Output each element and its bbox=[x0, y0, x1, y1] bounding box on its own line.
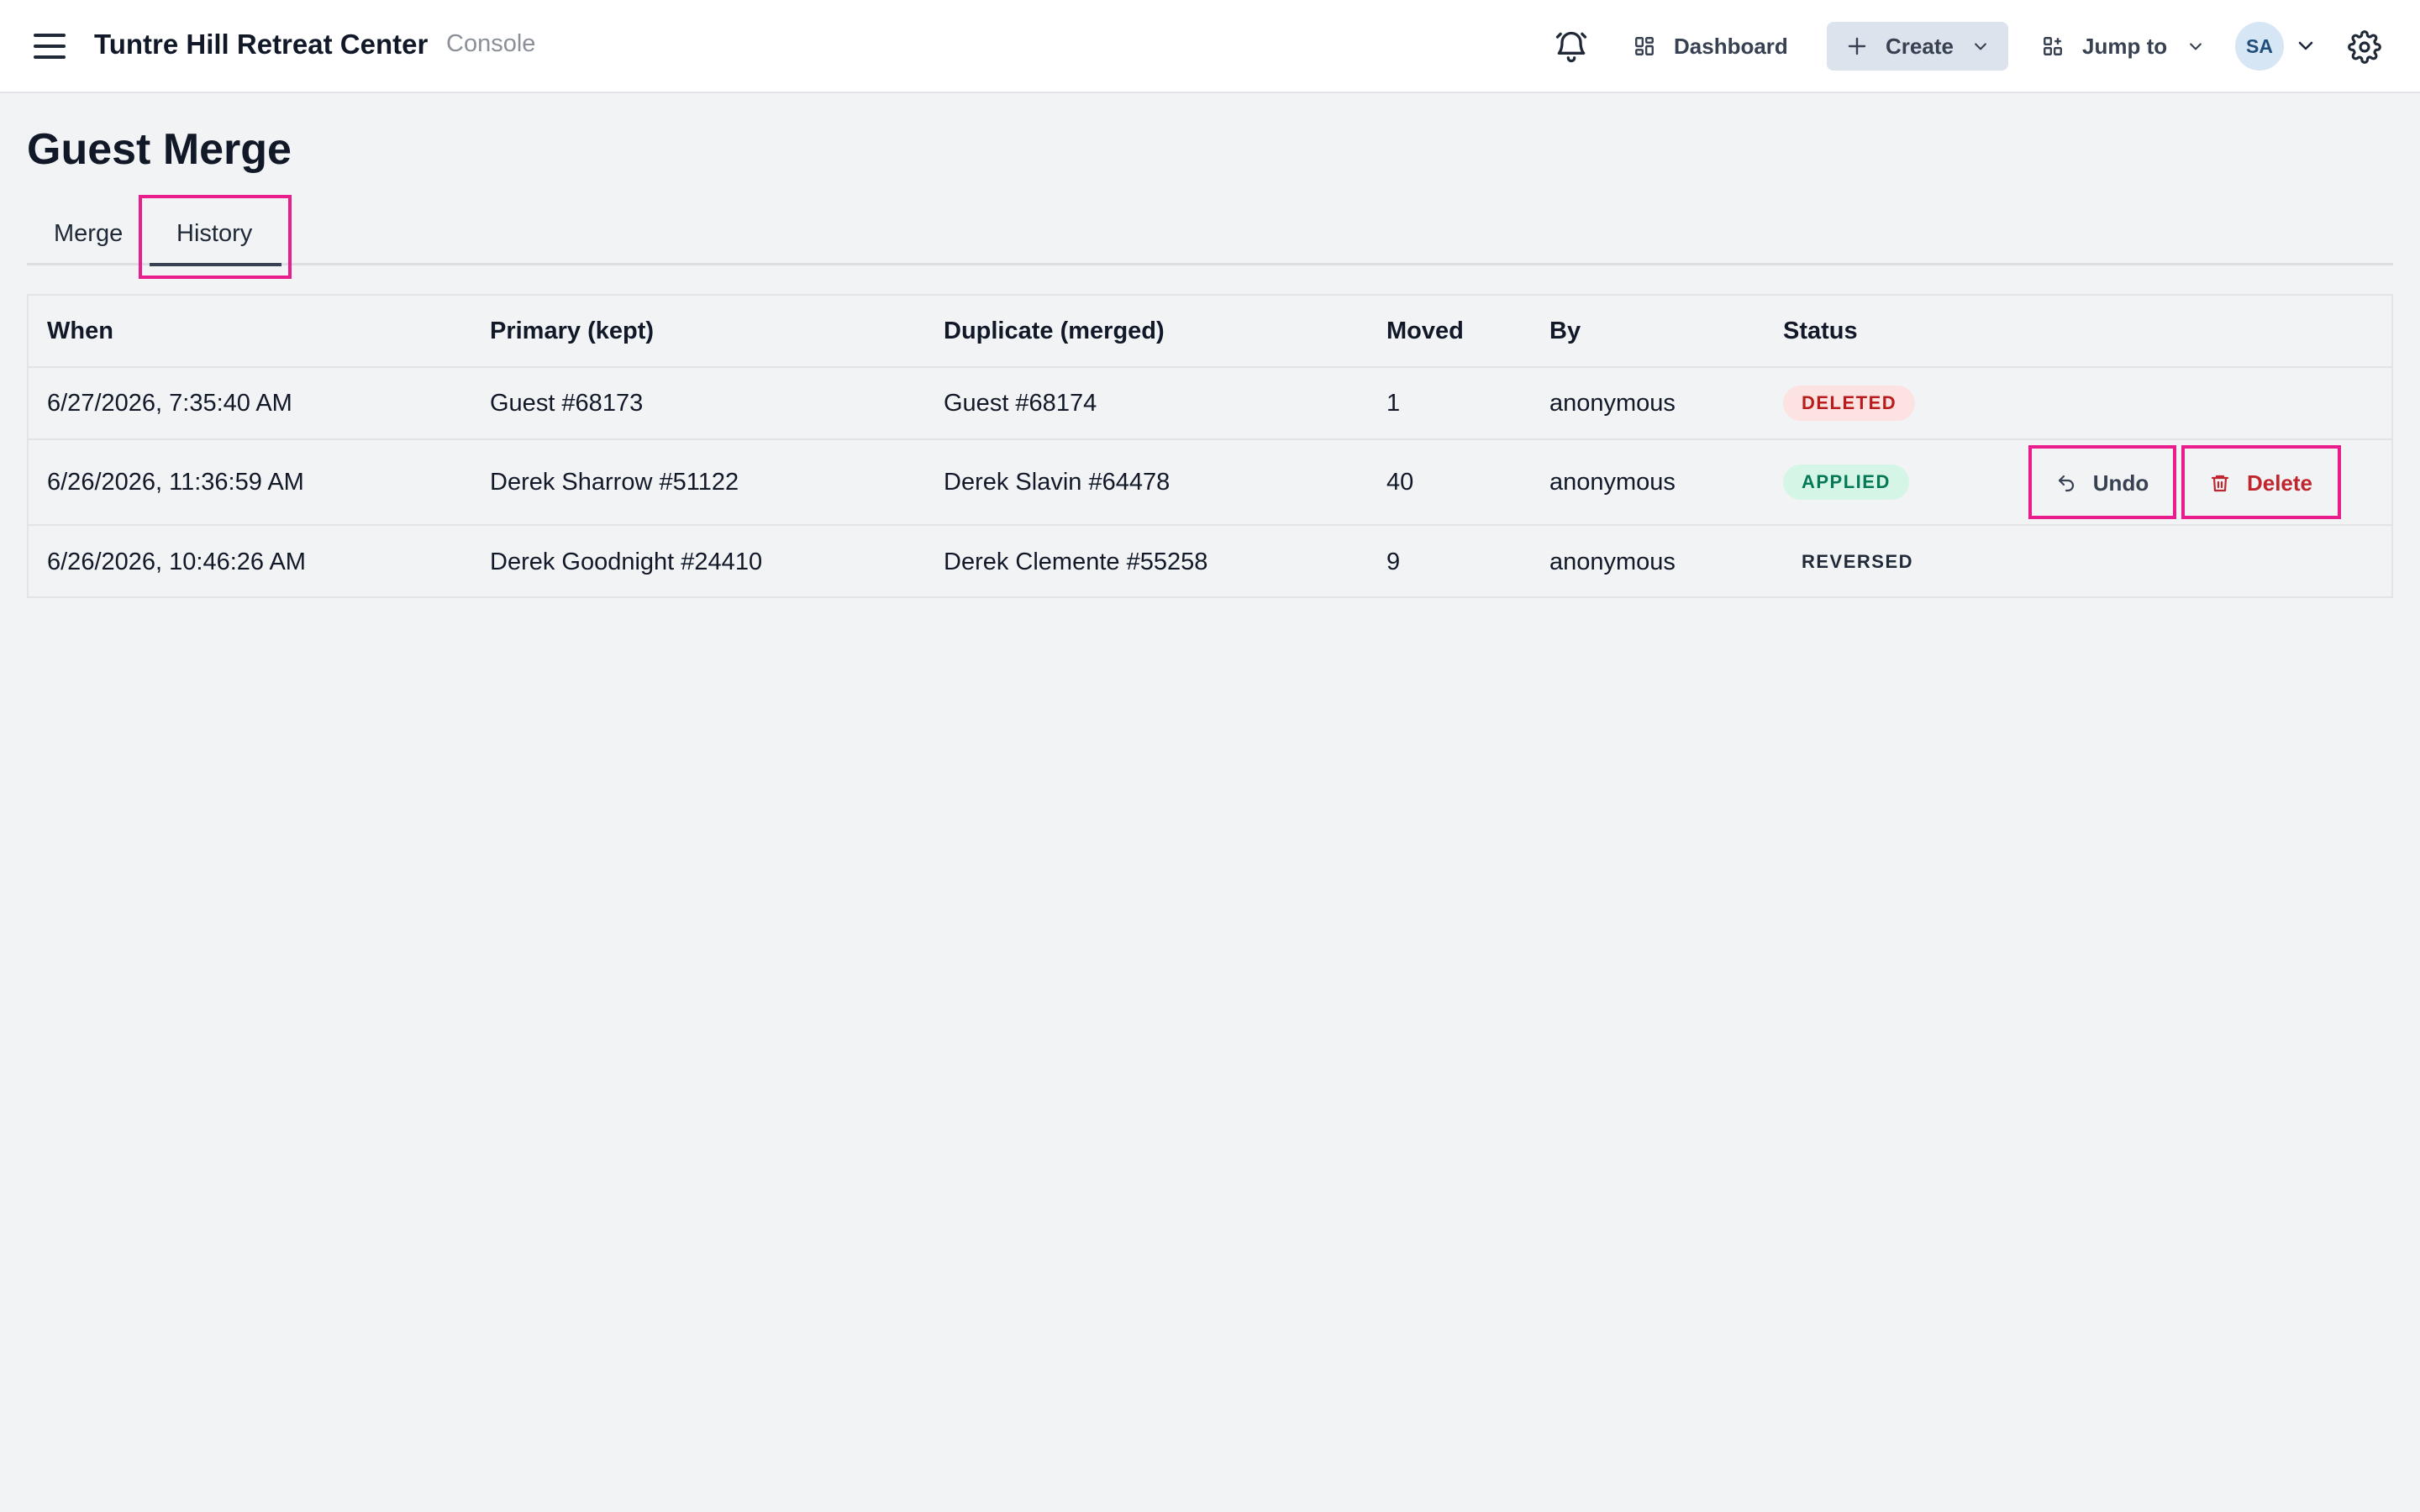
cell-status: REVERSED bbox=[1783, 526, 1932, 598]
app-subtitle: Console bbox=[446, 30, 536, 57]
status-badge: REVERSED bbox=[1802, 551, 1914, 572]
tabs-divider bbox=[27, 263, 2393, 265]
trash-icon bbox=[2211, 475, 2229, 492]
status-badge: APPLIED bbox=[1783, 465, 1909, 500]
top-bar: Tuntre Hill Retreat Center Console Dashb… bbox=[0, 0, 2420, 93]
cell-when: 6/27/2026, 7:35:40 AM bbox=[47, 389, 292, 417]
delete-button[interactable]: Delete bbox=[2183, 450, 2339, 516]
column-header-primary: Primary (kept) bbox=[490, 317, 655, 344]
cell-moved: 40 bbox=[1386, 468, 1414, 496]
cell-primary: Derek Sharrow #51122 bbox=[490, 468, 739, 496]
cell-moved: 1 bbox=[1386, 389, 1401, 417]
dashboard-button[interactable]: Dashboard bbox=[1634, 22, 1788, 71]
undo-button[interactable]: Undo bbox=[2032, 450, 2173, 516]
chevron-down-icon[interactable] bbox=[2296, 35, 2316, 55]
cell-status: APPLIED bbox=[1783, 440, 1909, 524]
jump-to-button[interactable]: Jump to bbox=[2042, 22, 2204, 71]
plus-icon bbox=[1848, 37, 1866, 55]
cell-by: anonymous bbox=[1549, 548, 1676, 575]
apps-icon bbox=[2044, 37, 2062, 55]
gear-icon[interactable] bbox=[2348, 30, 2381, 64]
column-header-moved: Moved bbox=[1386, 317, 1464, 344]
app-title: Tuntre Hill Retreat Center bbox=[94, 29, 429, 60]
cell-moved: 9 bbox=[1386, 548, 1401, 575]
dashboard-label: Dashboard bbox=[1674, 33, 1788, 59]
tab-history[interactable]: History bbox=[176, 220, 252, 248]
column-header-duplicate: Duplicate (merged) bbox=[944, 317, 1165, 344]
cell-primary: Guest #68173 bbox=[490, 389, 644, 417]
column-header-status: Status bbox=[1783, 317, 1858, 344]
chevron-down-icon bbox=[1975, 43, 1986, 50]
menu-icon[interactable] bbox=[34, 32, 67, 60]
column-header-when: When bbox=[47, 317, 113, 344]
dashboard-grid-icon bbox=[1635, 37, 1654, 55]
tab-merge[interactable]: Merge bbox=[54, 220, 123, 248]
delete-label: Delete bbox=[2246, 470, 2313, 496]
cell-primary: Derek Goodnight #24410 bbox=[490, 548, 763, 575]
active-tab-indicator bbox=[150, 263, 281, 266]
undo-arrow-icon bbox=[2058, 475, 2074, 492]
merge-history-table: When Primary (kept) Duplicate (merged) M… bbox=[27, 294, 2393, 598]
bell-icon[interactable] bbox=[1553, 29, 1590, 66]
column-header-by: By bbox=[1549, 317, 1581, 344]
table-row: 6/26/2026, 11:36:59 AM Derek Sharrow #51… bbox=[29, 440, 2391, 526]
page-title: Guest Merge bbox=[27, 125, 292, 174]
table-row: 6/27/2026, 7:35:40 AM Guest #68173 Guest… bbox=[29, 368, 2391, 440]
chevron-down-icon bbox=[2190, 43, 2202, 50]
cell-duplicate: Derek Clemente #55258 bbox=[944, 548, 1208, 575]
table-row: 6/26/2026, 10:46:26 AM Derek Goodnight #… bbox=[29, 526, 2391, 598]
create-label: Create bbox=[1886, 33, 1954, 59]
table-header-row: When Primary (kept) Duplicate (merged) M… bbox=[29, 296, 2391, 368]
cell-when: 6/26/2026, 11:36:59 AM bbox=[47, 468, 304, 496]
cell-duplicate: Guest #68174 bbox=[944, 389, 1097, 417]
cell-status: DELETED bbox=[1783, 368, 1916, 438]
cell-duplicate: Derek Slavin #64478 bbox=[944, 468, 1171, 496]
undo-label: Undo bbox=[2092, 470, 2149, 496]
create-button[interactable]: Create bbox=[1827, 22, 2008, 71]
status-badge: DELETED bbox=[1783, 386, 1916, 421]
cell-when: 6/26/2026, 10:46:26 AM bbox=[47, 548, 306, 575]
jump-to-label: Jump to bbox=[2082, 33, 2168, 59]
cell-by: anonymous bbox=[1549, 389, 1676, 417]
avatar[interactable]: SA bbox=[2235, 22, 2284, 71]
cell-by: anonymous bbox=[1549, 468, 1676, 496]
